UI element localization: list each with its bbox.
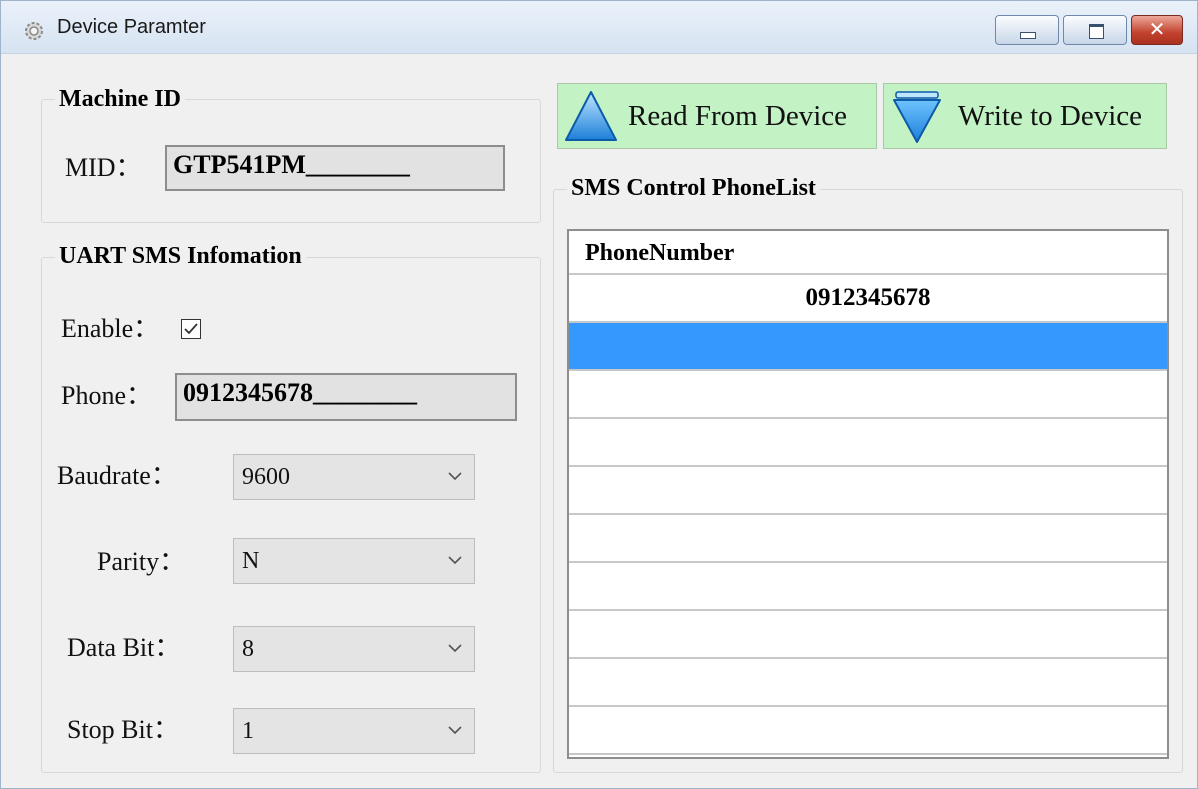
table-row[interactable]	[569, 611, 1167, 659]
parity-value: N	[242, 548, 260, 574]
uart-sms-legend: UART SMS Infomation	[55, 242, 306, 270]
mid-label: MID：	[65, 153, 142, 182]
read-from-device-label: Read From Device	[628, 100, 848, 132]
arrow-down-icon	[893, 91, 941, 143]
table-row[interactable]	[569, 371, 1167, 419]
baudrate-label: Baudrate：	[57, 461, 177, 490]
stopbit-value: 1	[242, 718, 254, 744]
table-row[interactable]	[569, 659, 1167, 707]
phone-number-grid[interactable]: PhoneNumber 0912345678	[567, 229, 1169, 759]
phone-number-cell[interactable]: 0912345678	[569, 275, 1167, 321]
phone-field[interactable]: 0912345678________	[175, 373, 517, 421]
device-parameter-window: Device Paramter ✕ Machine ID MID： GTP541…	[0, 0, 1198, 789]
write-to-device-label: Write to Device	[958, 100, 1143, 132]
stopbit-label: Stop Bit：	[67, 715, 179, 744]
minimize-button[interactable]	[995, 15, 1059, 45]
baudrate-value: 9600	[242, 464, 290, 490]
table-row[interactable]	[569, 419, 1167, 467]
maximize-button[interactable]	[1063, 15, 1127, 45]
close-button[interactable]: ✕	[1131, 15, 1183, 45]
parity-label: Parity：	[97, 547, 186, 576]
chevron-down-icon	[448, 644, 462, 653]
title-bar[interactable]: Device Paramter ✕	[1, 1, 1197, 54]
baudrate-select[interactable]: 9600	[233, 454, 475, 500]
read-from-device-button[interactable]: Read From Device	[557, 83, 877, 149]
column-header-label: PhoneNumber	[585, 240, 735, 266]
table-row[interactable]	[569, 515, 1167, 563]
databit-select[interactable]: 8	[233, 626, 475, 672]
databit-label: Data Bit：	[67, 633, 181, 662]
phonelist-legend: SMS Control PhoneList	[567, 174, 820, 202]
enable-checkbox[interactable]	[181, 319, 201, 339]
machine-id-legend: Machine ID	[55, 85, 185, 113]
stopbit-select[interactable]: 1	[233, 708, 475, 754]
enable-label: Enable：	[61, 314, 160, 343]
gear-icon	[25, 22, 43, 40]
chevron-down-icon	[448, 472, 462, 481]
table-row[interactable]	[569, 707, 1167, 755]
maximize-icon	[1089, 24, 1104, 39]
chevron-down-icon	[448, 556, 462, 565]
column-header-phonenumber[interactable]: PhoneNumber	[569, 231, 1167, 275]
minimize-icon	[1020, 32, 1036, 39]
check-icon	[184, 323, 198, 335]
chevron-down-icon	[448, 726, 462, 735]
table-row[interactable]	[569, 563, 1167, 611]
close-icon: ✕	[1148, 17, 1166, 41]
databit-value: 8	[242, 636, 254, 662]
write-to-device-button[interactable]: Write to Device	[883, 83, 1167, 149]
phone-label: Phone：	[61, 381, 153, 410]
arrow-up-icon	[565, 91, 617, 141]
table-row[interactable]: 0912345678	[569, 275, 1167, 323]
table-row[interactable]	[569, 323, 1167, 371]
table-row[interactable]	[569, 467, 1167, 515]
mid-field[interactable]: GTP541PM________	[165, 145, 505, 191]
parity-select[interactable]: N	[233, 538, 475, 584]
window-title: Device Paramter	[57, 16, 206, 38]
